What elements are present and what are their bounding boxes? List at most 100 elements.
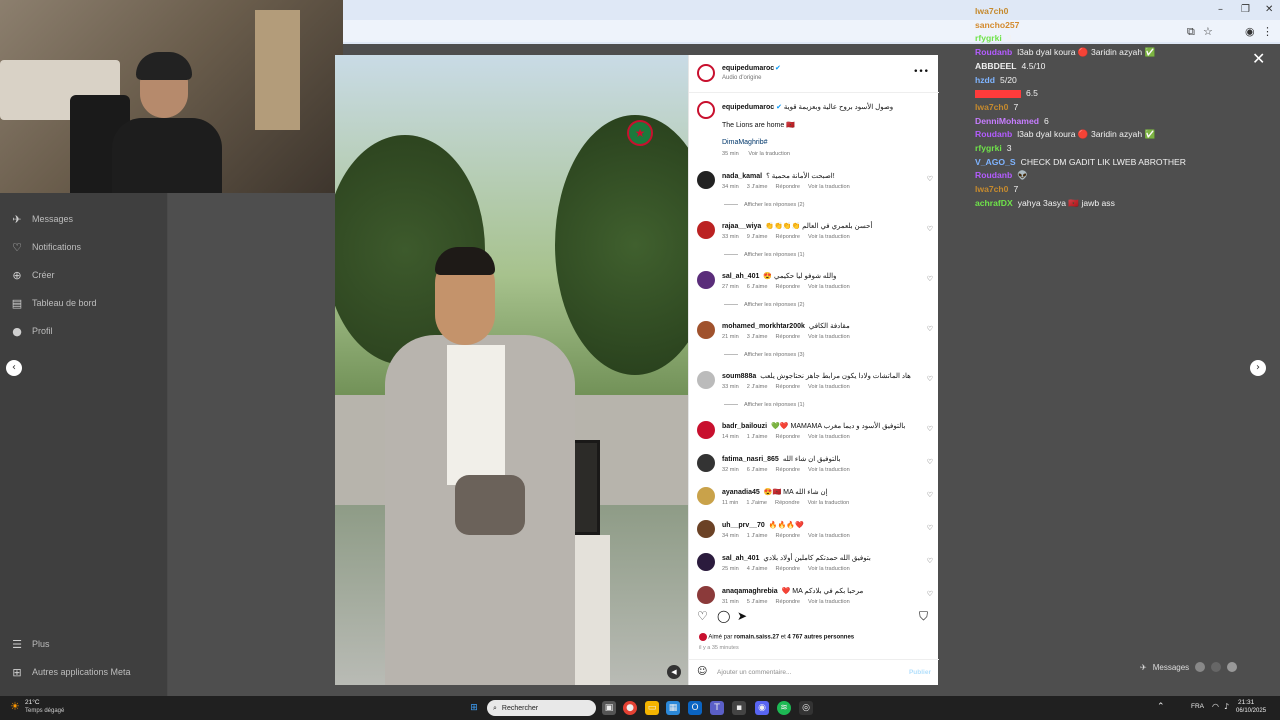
see-translation-link[interactable]: Voir la traduction: [808, 334, 850, 340]
taskbar-search[interactable]: ⌕ Rechercher: [487, 700, 596, 716]
chat-username[interactable]: sancho257: [975, 20, 1019, 30]
reply-link[interactable]: Répondre: [775, 384, 800, 390]
commenter-name[interactable]: anaqamaghrebia: [722, 588, 778, 595]
see-translation-link[interactable]: Voir la traduction: [748, 151, 790, 157]
likes-count[interactable]: 4 767 autres personnes: [787, 635, 854, 641]
sidebar-item-profile[interactable]: ● Profil: [10, 322, 52, 340]
previous-post-button[interactable]: ‹: [6, 360, 22, 376]
chat-username[interactable]: hzdd: [975, 75, 995, 85]
windows-start-icon[interactable]: ⊞: [467, 701, 481, 715]
reply-link[interactable]: Répondre: [775, 500, 800, 506]
likes-user[interactable]: romain.saiss.27: [734, 635, 779, 641]
reply-link[interactable]: Répondre: [775, 599, 800, 605]
caption-user[interactable]: equipedumaroc: [722, 104, 774, 111]
comment-likes[interactable]: 9 J'aime: [747, 234, 768, 240]
view-replies-link[interactable]: Afficher les réponses (1): [724, 252, 805, 258]
clock-time[interactable]: 21:31: [1238, 699, 1254, 706]
wifi-icon[interactable]: ◠: [1212, 702, 1219, 711]
post-photo[interactable]: ◀: [335, 55, 688, 685]
reply-link[interactable]: Répondre: [775, 434, 800, 440]
chat-username[interactable]: lwa7ch0: [975, 184, 1008, 194]
reply-link[interactable]: Répondre: [775, 467, 800, 473]
sidebar-item-notifications[interactable]: ♡ Notifications: [10, 238, 81, 256]
comment-like-icon[interactable]: ♡: [927, 524, 933, 532]
hashtag-link[interactable]: DimaMaghrib#: [722, 139, 768, 146]
see-translation-link[interactable]: Voir la traduction: [808, 184, 850, 190]
comment-likes[interactable]: 1 J'aime: [746, 500, 767, 506]
see-translation-link[interactable]: Voir la traduction: [808, 284, 850, 290]
chat-username[interactable]: V_AGO_S: [975, 157, 1016, 167]
comment-likes[interactable]: 6 J'aime: [747, 467, 768, 473]
clock-date[interactable]: 06/10/2025: [1236, 708, 1266, 714]
see-translation-link[interactable]: Voir la traduction: [808, 467, 850, 473]
commenter-name[interactable]: uh__prv__70: [722, 522, 765, 529]
chat-username[interactable]: lwa7ch0: [975, 102, 1008, 112]
comment-input[interactable]: Ajouter un commentaire...: [717, 669, 791, 676]
commenter-avatar[interactable]: [697, 553, 715, 571]
reply-link[interactable]: Répondre: [775, 334, 800, 340]
commenter-name[interactable]: ayanadia45: [722, 489, 760, 496]
see-translation-link[interactable]: Voir la traduction: [808, 566, 850, 572]
comment-likes[interactable]: 5 J'aime: [747, 599, 768, 605]
outlook-icon[interactable]: O: [688, 701, 702, 715]
comment-like-icon[interactable]: ♡: [927, 275, 933, 283]
comment-bubble-icon[interactable]: ◯: [717, 609, 730, 623]
save-bookmark-icon[interactable]: ⛉: [919, 609, 928, 624]
chat-username[interactable]: [975, 89, 1021, 98]
see-translation-link[interactable]: Voir la traduction: [808, 500, 850, 506]
file-explorer-icon[interactable]: ▭: [645, 701, 659, 715]
commenter-name[interactable]: soum888a: [722, 373, 756, 380]
view-replies-link[interactable]: Afficher les réponses (2): [724, 202, 805, 208]
discord-icon[interactable]: ◉: [755, 701, 769, 715]
next-post-button[interactable]: ›: [1250, 360, 1266, 376]
chat-username[interactable]: rfygrki: [975, 143, 1002, 153]
commenter-avatar[interactable]: [697, 421, 715, 439]
emoji-icon[interactable]: ☺: [697, 666, 707, 677]
see-translation-link[interactable]: Voir la traduction: [808, 234, 850, 240]
comment-likes[interactable]: 3 J'aime: [747, 184, 768, 190]
commenter-avatar[interactable]: [697, 271, 715, 289]
comment-like-icon[interactable]: ♡: [927, 325, 933, 333]
task-view-icon[interactable]: ▣: [602, 701, 616, 715]
sidebar-item-messages[interactable]: ✈ Messages: [10, 210, 73, 228]
comment-like-icon[interactable]: ♡: [927, 175, 933, 183]
chat-username[interactable]: DenniMohamed: [975, 116, 1039, 126]
commenter-avatar[interactable]: [697, 454, 715, 472]
comment-like-icon[interactable]: ♡: [927, 557, 933, 565]
commenter-avatar[interactable]: [697, 487, 715, 505]
chat-username[interactable]: achrafDX: [975, 198, 1013, 208]
messages-pill[interactable]: ✈ Messages: [1140, 658, 1250, 676]
like-heart-icon[interactable]: ♡: [697, 609, 708, 623]
reply-link[interactable]: Répondre: [775, 533, 800, 539]
see-translation-link[interactable]: Voir la traduction: [808, 384, 850, 390]
chat-username[interactable]: lwa7ch0: [975, 6, 1008, 16]
chevron-up-icon[interactable]: ⌃: [1157, 702, 1165, 712]
commenter-avatar[interactable]: [697, 371, 715, 389]
reply-link[interactable]: Répondre: [775, 566, 800, 572]
commenter-name[interactable]: rajaa__wiya: [722, 223, 761, 230]
comment-like-icon[interactable]: ♡: [927, 375, 933, 383]
comment-likes[interactable]: 1 J'aime: [747, 434, 768, 440]
comment-likes[interactable]: 6 J'aime: [747, 284, 768, 290]
author-name[interactable]: equipedumaroc: [722, 65, 774, 72]
comment-likes[interactable]: 4 J'aime: [747, 566, 768, 572]
commenter-name[interactable]: sal_ah_401: [722, 273, 759, 280]
comment-like-icon[interactable]: ♡: [927, 590, 933, 598]
share-send-icon[interactable]: ➤: [737, 609, 747, 623]
commenter-avatar[interactable]: [697, 321, 715, 339]
author-avatar[interactable]: [697, 101, 715, 119]
comment-like-icon[interactable]: ♡: [927, 225, 933, 233]
chat-username[interactable]: ABBDEEL: [975, 61, 1017, 71]
chat-username[interactable]: Roudanb: [975, 129, 1012, 139]
sidebar-item-more[interactable]: ☰ Plus: [10, 635, 49, 653]
reply-link[interactable]: Répondre: [775, 184, 800, 190]
weather-temp[interactable]: 21°C: [25, 699, 40, 706]
store-icon[interactable]: ▦: [666, 701, 680, 715]
comment-like-icon[interactable]: ♡: [927, 458, 933, 466]
see-translation-link[interactable]: Voir la traduction: [808, 599, 850, 605]
sidebar-item-meta-apps[interactable]: ⊞ Autres applications Meta: [10, 663, 130, 681]
commenter-avatar[interactable]: [697, 586, 715, 604]
commenter-avatar[interactable]: [697, 520, 715, 538]
weather-desc[interactable]: Temps dégagé: [25, 708, 64, 714]
commenter-name[interactable]: nada_kamal: [722, 173, 762, 180]
